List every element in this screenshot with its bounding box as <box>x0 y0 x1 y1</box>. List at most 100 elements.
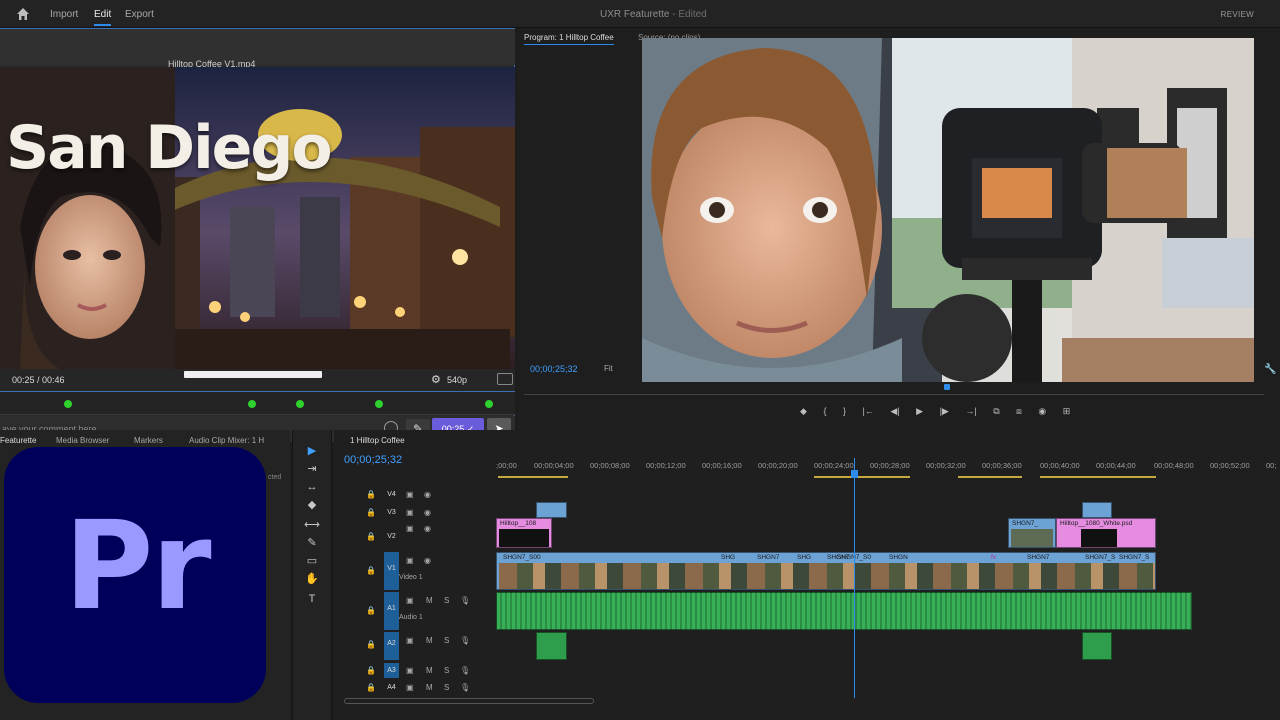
comparison-view-icon[interactable]: ⊞ <box>1063 406 1071 417</box>
mark-in-icon[interactable]: { <box>823 406 826 416</box>
track-name[interactable]: V3 <box>384 505 399 520</box>
lock-icon[interactable]: 🔒 <box>366 683 376 692</box>
go-to-in-icon[interactable]: |← <box>863 406 874 416</box>
timeline-clip[interactable] <box>536 502 567 518</box>
sequence-tab[interactable]: 1 Hilltop Coffee <box>350 436 405 445</box>
go-to-out-icon[interactable]: →| <box>965 406 976 416</box>
add-marker-icon[interactable]: ◆ <box>800 406 807 417</box>
zoom-fit-dropdown[interactable]: Fit <box>604 364 613 373</box>
track-name[interactable]: V4 <box>384 487 399 502</box>
rectangle-tool-icon[interactable]: ▭ <box>303 552 321 570</box>
program-video[interactable] <box>642 38 1254 382</box>
solo-button[interactable]: S <box>444 666 449 675</box>
solo-button[interactable]: S <box>444 596 449 605</box>
sync-icon[interactable]: ▣ <box>406 596 414 605</box>
track-name[interactable]: V1 <box>384 552 399 590</box>
film-icon[interactable]: ▣ <box>406 508 414 517</box>
timeline-scrollbar[interactable] <box>344 698 594 704</box>
microphone-icon[interactable]: 🎙 <box>460 636 470 645</box>
microphone-icon[interactable]: 🎙 <box>460 666 470 675</box>
resolution-label[interactable]: 540p <box>447 375 467 385</box>
comment-marker[interactable] <box>296 400 304 408</box>
mute-button[interactable]: M <box>426 666 433 675</box>
eye-icon[interactable]: ◉ <box>424 524 431 533</box>
home-icon[interactable] <box>16 7 30 21</box>
tab-markers[interactable]: Markers <box>134 436 163 445</box>
lock-icon[interactable]: 🔒 <box>366 490 376 499</box>
nav-edit[interactable]: Edit <box>94 9 112 26</box>
step-forward-icon[interactable]: |▶ <box>940 406 949 417</box>
audio-clip[interactable] <box>1082 632 1112 660</box>
comment-marker[interactable] <box>248 400 256 408</box>
tab-audio-clip-mixer[interactable]: Audio Clip Mixer: 1 H <box>189 436 264 445</box>
timeline-clip[interactable] <box>1082 502 1112 518</box>
lock-icon[interactable]: 🔒 <box>366 640 376 649</box>
timeline-timecode[interactable]: 00;00;25;32 <box>344 454 402 466</box>
pen-tool-icon[interactable]: ✎ <box>303 534 321 552</box>
review-video[interactable]: San Diego <box>0 67 515 369</box>
timeline-clip[interactable]: SHGN7_ <box>1008 518 1056 548</box>
nav-export[interactable]: Export <box>125 9 154 20</box>
hand-tool-icon[interactable]: ✋ <box>303 570 321 588</box>
mute-button[interactable]: M <box>426 683 433 692</box>
comment-marker[interactable] <box>375 400 383 408</box>
sync-icon[interactable]: ▣ <box>406 636 414 645</box>
lock-icon[interactable]: 🔒 <box>366 606 376 615</box>
eye-icon[interactable]: ◉ <box>424 508 431 517</box>
track-name[interactable]: V2 <box>384 529 399 544</box>
mute-button[interactable]: M <box>426 596 433 605</box>
track-name[interactable]: A4 <box>384 680 399 695</box>
track-name[interactable]: A3 <box>384 663 399 678</box>
tab-project[interactable]: Featurette <box>0 436 36 445</box>
fullscreen-icon[interactable] <box>497 373 513 385</box>
tab-media-browser[interactable]: Media Browser <box>56 436 109 445</box>
eye-icon[interactable]: ◉ <box>424 556 431 565</box>
solo-button[interactable]: S <box>444 683 449 692</box>
step-back-icon[interactable]: ◀| <box>890 406 899 417</box>
timeline-clip[interactable]: Hilltop__1080_White.psd <box>1056 518 1156 548</box>
solo-button[interactable]: S <box>444 636 449 645</box>
v1-clips[interactable]: SHGN7_S00 SHG SHGN7 SHG SHGN7 SHGN7_S0 S… <box>496 552 1156 590</box>
slip-tool-icon[interactable]: ⟷ <box>303 516 321 534</box>
lock-icon[interactable]: 🔒 <box>366 508 376 517</box>
audio-clip[interactable] <box>496 592 1192 630</box>
comment-marker[interactable] <box>64 400 72 408</box>
film-icon[interactable]: ▣ <box>406 524 414 533</box>
lift-icon[interactable]: ⧉ <box>993 406 999 417</box>
extract-icon[interactable]: ⧈ <box>1016 406 1022 417</box>
export-frame-icon[interactable]: ◉ <box>1038 406 1046 417</box>
audio-clip[interactable] <box>536 632 567 660</box>
tab-program[interactable]: Program: 1 Hilltop Coffee <box>524 33 614 45</box>
timeline-playhead[interactable] <box>851 458 858 698</box>
gear-icon[interactable]: ⚙ <box>431 373 441 386</box>
type-tool-icon[interactable]: T <box>303 590 321 608</box>
eye-icon[interactable]: ◉ <box>424 490 431 499</box>
track-name[interactable]: A2 <box>384 632 399 660</box>
review-button[interactable]: REVIEW <box>1221 10 1254 19</box>
ripple-edit-tool-icon[interactable]: ↔ <box>303 478 321 496</box>
sync-icon[interactable]: ▣ <box>406 683 414 692</box>
lock-icon[interactable]: 🔒 <box>366 532 376 541</box>
microphone-icon[interactable]: 🎙 <box>460 596 470 605</box>
scrub-bar[interactable] <box>184 371 322 378</box>
mute-button[interactable]: M <box>426 636 433 645</box>
comment-marker[interactable] <box>485 400 493 408</box>
play-icon[interactable]: ▶ <box>916 406 923 417</box>
microphone-icon[interactable]: 🎙 <box>460 683 470 692</box>
lock-icon[interactable]: 🔒 <box>366 666 376 675</box>
wrench-icon[interactable]: 🔧 <box>1264 364 1276 375</box>
film-icon[interactable]: ▣ <box>406 556 414 565</box>
program-scrub-track[interactable] <box>524 394 1264 395</box>
program-playhead[interactable] <box>944 384 950 390</box>
track-select-tool-icon[interactable]: ⇥ <box>303 460 321 478</box>
timeline-clip[interactable]: Hilltop__108 <box>496 518 552 548</box>
razor-tool-icon[interactable]: ◆ <box>303 496 321 514</box>
program-timecode[interactable]: 00;00;25;32 <box>530 364 578 374</box>
sync-icon[interactable]: ▣ <box>406 666 414 675</box>
mark-out-icon[interactable]: } <box>843 406 846 416</box>
time-ruler[interactable]: ;00;00 00;00;04;00 00;00;08;00 00;00;12;… <box>496 458 1280 480</box>
track-name[interactable]: A1 <box>384 592 399 630</box>
lock-icon[interactable]: 🔒 <box>366 566 376 575</box>
film-icon[interactable]: ▣ <box>406 490 414 499</box>
nav-import[interactable]: Import <box>50 9 78 20</box>
